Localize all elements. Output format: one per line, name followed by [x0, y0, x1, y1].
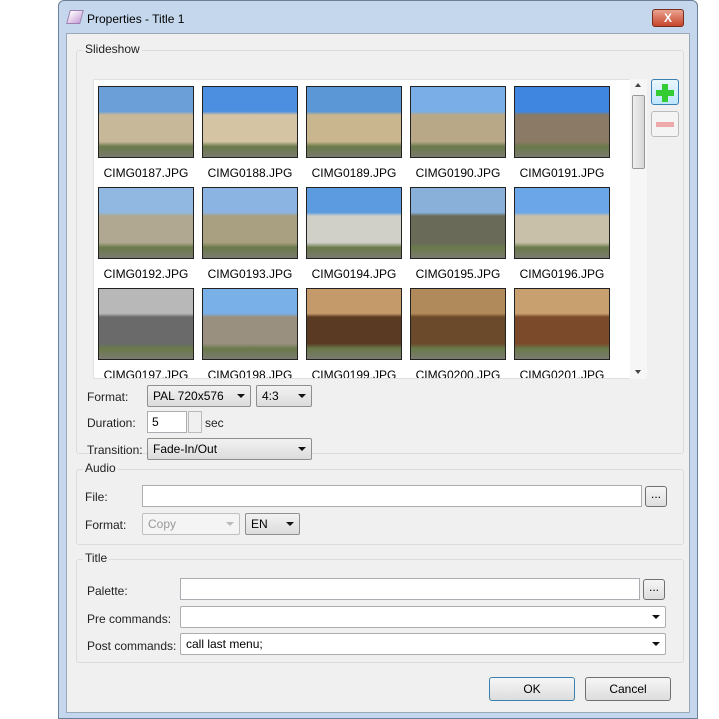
audio-format-label: Format: [85, 518, 127, 532]
image-thumbnail[interactable] [306, 86, 402, 158]
image-filename: CIMG0192.JPG [103, 267, 189, 281]
post-commands-label: Post commands: [87, 639, 177, 653]
palette-browse-button[interactable]: ... [643, 579, 665, 600]
cancel-button[interactable]: Cancel [585, 677, 671, 701]
image-filename: CIMG0190.JPG [415, 166, 501, 180]
audio-label: Audio [83, 461, 118, 475]
palette-input[interactable] [180, 578, 640, 600]
image-thumbnail[interactable] [202, 187, 298, 259]
audio-file-label: File: [85, 490, 108, 504]
plus-icon [656, 84, 674, 102]
image-filename: CIMG0187.JPG [103, 166, 189, 180]
image-thumbnail[interactable] [98, 187, 194, 259]
slideshow-label: Slideshow [83, 42, 142, 56]
audio-browse-button[interactable]: ... [645, 486, 667, 507]
properties-dialog: Properties - Title 1 X Slideshow CIMG018… [58, 0, 698, 719]
title-bar: Properties - Title 1 X [59, 1, 697, 33]
palette-label: Palette: [87, 584, 128, 598]
image-filename: CIMG0189.JPG [311, 166, 397, 180]
transition-select[interactable]: Fade-In/Out [147, 438, 312, 460]
image-thumbnail[interactable] [410, 288, 506, 360]
image-thumbnail[interactable] [306, 187, 402, 259]
image-thumbnail[interactable] [306, 288, 402, 360]
image-thumbnail[interactable] [410, 86, 506, 158]
chevron-down-icon [298, 394, 306, 398]
minus-icon [656, 122, 674, 127]
image-filename: CIMG0193.JPG [207, 267, 293, 281]
image-list-scrollbar[interactable] [630, 79, 647, 379]
image-list[interactable]: CIMG0187.JPG CIMG0188.JPG CIMG0189.JPG CIMG… [93, 79, 646, 379]
duration-label: Duration: [87, 416, 136, 430]
add-image-button[interactable] [651, 79, 679, 105]
video-format-value: PAL 720x576 [153, 389, 224, 403]
chevron-down-icon [286, 522, 294, 526]
image-thumbnail[interactable] [514, 288, 610, 360]
slideshow-group: Slideshow CIMG0187.JPG CIMG0188.JPG CIMG01… [76, 42, 684, 460]
image-filename: CIMG0197.JPG [103, 368, 189, 379]
post-commands-value: call last menu; [186, 637, 263, 651]
image-thumbnail[interactable] [98, 288, 194, 360]
image-filename: CIMG0198.JPG [207, 368, 293, 379]
aspect-ratio-value: 4:3 [262, 389, 279, 403]
title-label: Title [83, 551, 110, 565]
chevron-down-icon [298, 447, 306, 451]
image-filename: CIMG0200.JPG [415, 368, 501, 379]
post-commands-combo[interactable]: call last menu; [180, 633, 666, 655]
app-icon [66, 10, 84, 24]
close-button[interactable]: X [652, 9, 684, 27]
image-filename: CIMG0188.JPG [207, 166, 293, 180]
chevron-down-icon [652, 615, 660, 619]
image-thumbnail[interactable] [514, 187, 610, 259]
image-filename: CIMG0194.JPG [311, 267, 397, 281]
audio-group: Audio File: ... Format: Copy EN [76, 461, 684, 545]
audio-language-value: EN [251, 517, 268, 531]
remove-image-button[interactable] [651, 111, 679, 137]
transition-value: Fade-In/Out [153, 442, 218, 456]
scroll-down-icon[interactable] [635, 370, 641, 374]
window-title: Properties - Title 1 [87, 12, 185, 26]
pre-commands-label: Pre commands: [87, 612, 172, 626]
chevron-down-icon [226, 522, 234, 526]
video-format-select[interactable]: PAL 720x576 [147, 385, 251, 407]
image-thumbnail[interactable] [202, 86, 298, 158]
ok-button[interactable]: OK [489, 677, 575, 701]
image-filename: CIMG0191.JPG [519, 166, 605, 180]
transition-label: Transition: [87, 443, 143, 457]
chevron-down-icon [237, 394, 245, 398]
image-thumbnail[interactable] [514, 86, 610, 158]
pre-commands-combo[interactable] [180, 606, 666, 628]
image-thumbnail[interactable] [98, 86, 194, 158]
duration-stepper[interactable] [188, 411, 202, 433]
image-filename: CIMG0199.JPG [311, 368, 397, 379]
image-filename: CIMG0201.JPG [519, 368, 605, 379]
image-thumbnail[interactable] [202, 288, 298, 360]
title-group: Title Palette: ... Pre commands: Post co… [76, 551, 684, 663]
aspect-ratio-select[interactable]: 4:3 [256, 385, 312, 407]
image-thumbnail[interactable] [410, 187, 506, 259]
scrollbar-thumb[interactable] [632, 95, 645, 169]
audio-file-input[interactable] [142, 485, 642, 507]
image-filename: CIMG0195.JPG [415, 267, 501, 281]
image-filename: CIMG0196.JPG [519, 267, 605, 281]
format-label: Format: [87, 390, 129, 404]
duration-unit: sec [205, 416, 224, 430]
dialog-body: Slideshow CIMG0187.JPG CIMG0188.JPG CIMG01… [66, 33, 690, 713]
audio-format-value: Copy [148, 517, 177, 531]
duration-input[interactable]: 5 [147, 411, 187, 433]
chevron-down-icon [652, 642, 660, 646]
audio-language-select[interactable]: EN [245, 513, 300, 535]
scroll-up-icon[interactable] [635, 83, 641, 87]
audio-format-select[interactable]: Copy [142, 513, 240, 535]
